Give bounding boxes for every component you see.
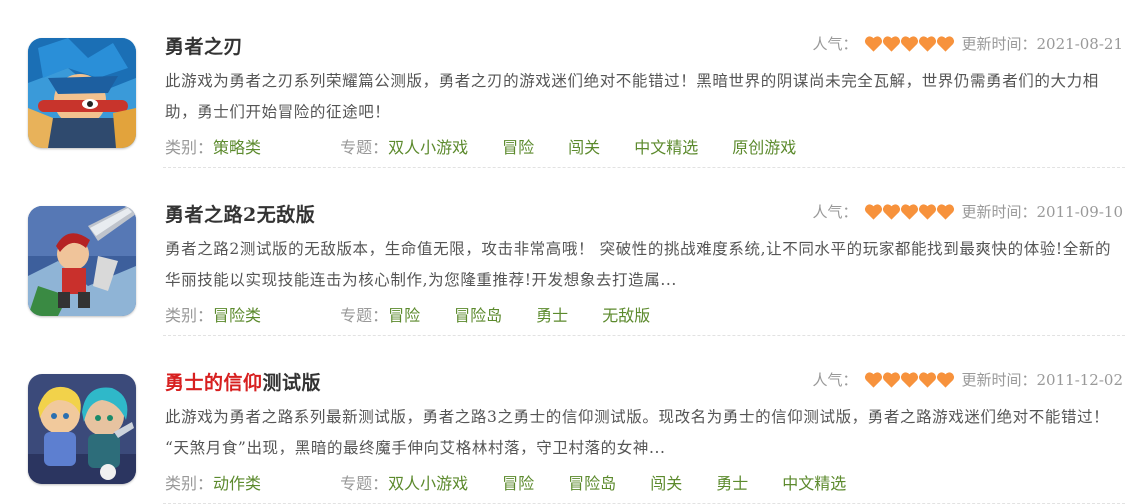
category-link[interactable]: 冒险类 xyxy=(213,306,261,325)
game-thumbnail[interactable] xyxy=(28,206,136,316)
heart-icon xyxy=(864,35,882,52)
heart-icon xyxy=(882,203,900,220)
topic-tag-link[interactable]: 闯关 xyxy=(568,138,600,157)
warrior-sword-icon xyxy=(28,206,136,316)
game-title-text: 勇者之刃 xyxy=(165,36,244,58)
heart-icon xyxy=(900,203,918,220)
update-time-label: 更新时间： xyxy=(961,371,1037,389)
game-thumbnail[interactable] xyxy=(28,38,136,148)
popularity-rating xyxy=(864,35,954,53)
heart-icon xyxy=(900,35,918,52)
game-thumbnail[interactable] xyxy=(28,374,136,484)
category-label: 类别： xyxy=(165,474,214,493)
topic-tag-link[interactable]: 闯关 xyxy=(650,474,682,493)
topic-label: 专题： xyxy=(340,138,389,157)
topic-tag-link[interactable]: 原创游戏 xyxy=(732,138,796,157)
game-meta: 人气： 更新时间： 2011-12-02 xyxy=(812,369,1123,390)
topic-tag-link[interactable]: 中文精选 xyxy=(782,474,846,493)
popularity-label: 人气： xyxy=(812,371,858,389)
game-description: 勇者之路2测试版的无敌版本，生命值无限，攻击非常高哦！ 突破性的挑战难度系统,让… xyxy=(165,240,1112,289)
two-heroes-icon xyxy=(28,374,136,484)
update-date: 2011-12-02 xyxy=(1036,370,1123,389)
topic-tag-link[interactable]: 双人小游戏 xyxy=(388,138,468,157)
heart-icon xyxy=(882,371,900,388)
game-meta: 人气： 更新时间： 2011-09-10 xyxy=(812,201,1123,222)
category-link[interactable]: 策略类 xyxy=(213,138,261,157)
heart-icon xyxy=(882,35,900,52)
popularity-rating xyxy=(864,371,954,389)
topic-tag-link[interactable]: 双人小游戏 xyxy=(388,474,468,493)
update-time-label: 更新时间： xyxy=(961,203,1037,221)
topic-tag-link[interactable]: 冒险岛 xyxy=(454,306,502,325)
topic-tag-link[interactable]: 冒险 xyxy=(502,138,534,157)
game-title-text: 勇者之路2无敌版 xyxy=(165,204,316,226)
category-label: 类别： xyxy=(165,138,214,157)
topic-tag-link[interactable]: 勇士 xyxy=(716,474,748,493)
game-tags: 类别：策略类 专题：双人小游戏 冒险 闯关 中文精选 原创游戏 xyxy=(165,134,830,158)
game-title[interactable]: 勇者之路2无敌版 xyxy=(165,200,315,227)
category-label: 类别： xyxy=(165,306,214,325)
topic-tag-link[interactable]: 勇士 xyxy=(536,306,568,325)
game-list: 勇者之刃 人气： 更新时间： 2021-08-21 此游戏为勇者之刃系列荣耀篇公… xyxy=(0,0,1143,504)
heart-icon xyxy=(864,371,882,388)
popularity-rating xyxy=(864,203,954,221)
heart-icon xyxy=(918,371,936,388)
topic-label: 专题： xyxy=(340,474,389,493)
game-title[interactable]: 勇士的信仰测试版 xyxy=(165,368,321,395)
heart-icon xyxy=(918,203,936,220)
game-meta: 人气： 更新时间： 2021-08-21 xyxy=(812,33,1123,54)
popularity-label: 人气： xyxy=(812,35,858,53)
topic-tag-link[interactable]: 无敌版 xyxy=(602,306,650,325)
list-item: 勇者之刃 人气： 更新时间： 2021-08-21 此游戏为勇者之刃系列荣耀篇公… xyxy=(0,0,1143,168)
game-title-highlight: 勇士的信仰 xyxy=(165,372,263,394)
popularity-label: 人气： xyxy=(812,203,858,221)
topic-label: 专题： xyxy=(340,306,389,325)
topic-tag-link[interactable]: 中文精选 xyxy=(634,138,698,157)
heart-icon xyxy=(918,35,936,52)
heart-icon xyxy=(936,371,954,388)
list-item: 勇士的信仰测试版 人气： 更新时间： 2011-12-02 此游戏为勇者之路系列… xyxy=(0,336,1143,504)
topic-tag-link[interactable]: 冒险 xyxy=(388,306,420,325)
topic-tag-link[interactable]: 冒险 xyxy=(502,474,534,493)
game-tags: 类别：动作类 专题：双人小游戏 冒险 冒险岛 闯关 勇士 中文精选 xyxy=(165,470,880,494)
game-description: 此游戏为勇者之刃系列荣耀篇公测版，勇者之刃的游戏迷们绝对不能错过！黑暗世界的阴谋… xyxy=(165,72,1099,121)
heart-icon xyxy=(864,203,882,220)
hero-blue-hair-icon xyxy=(28,38,136,148)
topic-tag-link[interactable]: 冒险岛 xyxy=(568,474,616,493)
heart-icon xyxy=(936,35,954,52)
update-time-label: 更新时间： xyxy=(961,35,1037,53)
game-title[interactable]: 勇者之刃 xyxy=(165,32,243,59)
game-title-text: 测试版 xyxy=(262,372,322,394)
heart-icon xyxy=(936,203,954,220)
game-description: 此游戏为勇者之路系列最新测试版，勇者之路3之勇士的信仰测试版。现改名为勇士的信仰… xyxy=(165,408,1110,457)
update-date: 2011-09-10 xyxy=(1036,202,1123,221)
category-link[interactable]: 动作类 xyxy=(213,474,261,493)
game-tags: 类别：冒险类 专题：冒险 冒险岛 勇士 无敌版 xyxy=(165,302,684,326)
heart-icon xyxy=(900,371,918,388)
update-date: 2021-08-21 xyxy=(1036,34,1123,53)
list-item: 勇者之路2无敌版 人气： 更新时间： 2011-09-10 勇者之路2测试版的无… xyxy=(0,168,1143,336)
